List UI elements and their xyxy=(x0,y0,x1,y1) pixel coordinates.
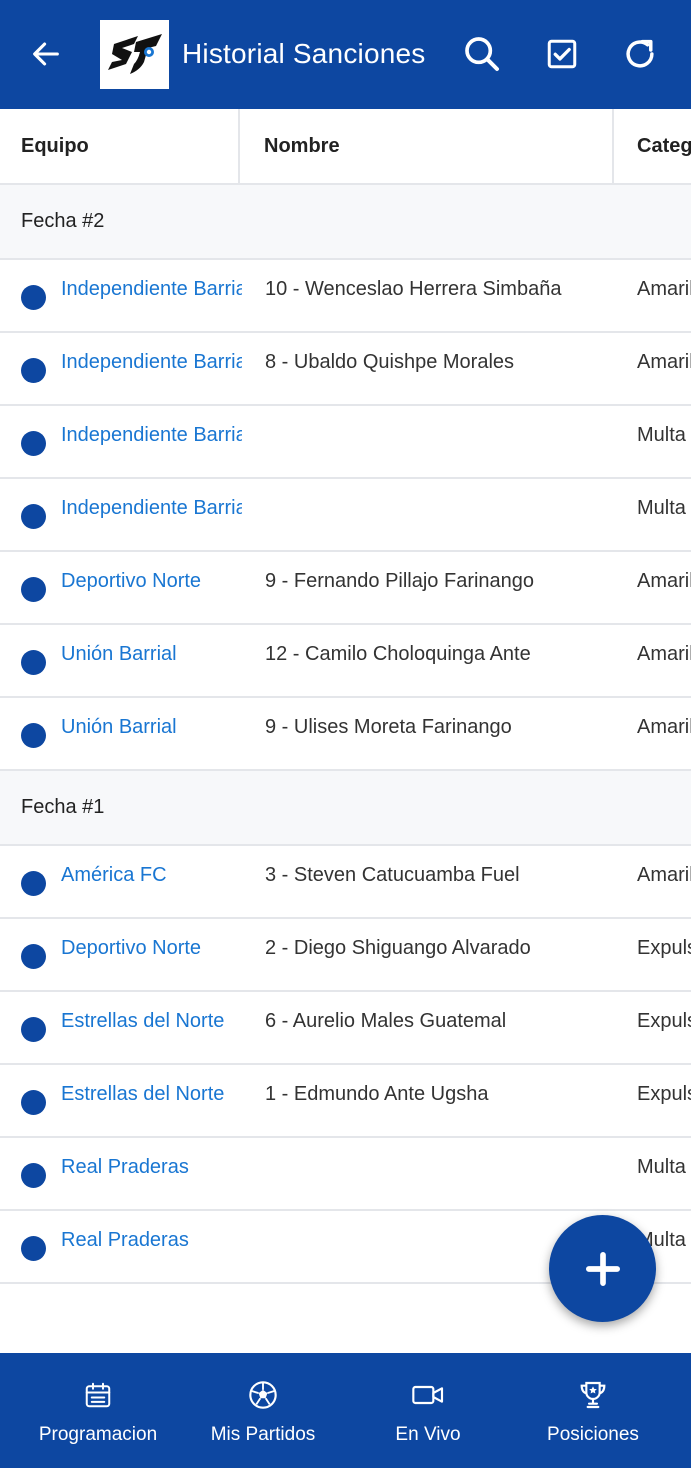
refresh-icon xyxy=(626,39,654,68)
back-button[interactable] xyxy=(26,34,66,74)
player-name: 10 - Wenceslao Herrera Simbaña xyxy=(265,278,562,300)
player-name: 9 - Ulises Moreta Farinango xyxy=(265,716,512,738)
table-row[interactable]: Independiente Barrial 8 - Ubaldo Quishpe… xyxy=(0,333,691,406)
player-name: 6 - Aurelio Males Guatemal xyxy=(265,1010,507,1032)
nav-label: Posiciones xyxy=(547,1424,639,1445)
refresh-button[interactable] xyxy=(619,33,661,75)
add-sanction-button[interactable] xyxy=(549,1215,656,1322)
search-icon xyxy=(465,37,499,71)
status-dot xyxy=(21,504,46,529)
status-dot xyxy=(21,577,46,602)
team-link[interactable]: Independiente Barrial xyxy=(61,349,242,375)
sanction-category: Amarilla xyxy=(637,643,691,665)
status-dot xyxy=(21,944,46,969)
team-link[interactable]: Unión Barrial xyxy=(61,641,242,667)
team-link[interactable]: Real Praderas xyxy=(61,1154,242,1180)
sanction-category: Multa xyxy=(637,1156,686,1178)
table-row[interactable]: Unión Barrial 9 - Ulises Moreta Farinang… xyxy=(0,698,691,771)
table-row[interactable]: Unión Barrial 12 - Camilo Choloquinga An… xyxy=(0,625,691,698)
sanction-category: Expulsión xyxy=(637,937,691,959)
group-header: Fecha #1 xyxy=(0,771,691,846)
search-button[interactable] xyxy=(461,33,503,75)
sanction-category: Multa xyxy=(637,497,686,519)
table-row[interactable]: Deportivo Norte 9 - Fernando Pillajo Far… xyxy=(0,552,691,625)
select-all-button[interactable] xyxy=(541,33,583,75)
team-link[interactable]: Deportivo Norte xyxy=(61,568,242,594)
player-name: 12 - Camilo Choloquinga Ante xyxy=(265,643,531,665)
table-row[interactable]: Estrellas del Norte 6 - Aurelio Males Gu… xyxy=(0,992,691,1065)
nav-label: Programacion xyxy=(38,1424,158,1445)
calendar-icon xyxy=(85,1382,111,1408)
sanction-category: Expulsión xyxy=(637,1010,691,1032)
checkbox-icon xyxy=(547,39,577,69)
column-header-nombre[interactable]: Nombre xyxy=(240,109,614,183)
table-row[interactable]: Estrellas del Norte 1 - Edmundo Ante Ugs… xyxy=(0,1065,691,1138)
table-row[interactable]: Deportivo Norte 2 - Diego Shiguango Alva… xyxy=(0,919,691,992)
status-dot xyxy=(21,650,46,675)
table-header: Equipo Nombre Categ xyxy=(0,109,691,185)
nav-posiciones[interactable]: Posiciones xyxy=(507,1353,679,1468)
league-logo xyxy=(100,20,169,89)
sanction-category: Amarilla xyxy=(637,864,691,886)
team-link[interactable]: América FC xyxy=(61,862,242,888)
status-dot xyxy=(21,723,46,748)
team-link[interactable]: Independiente Barrial xyxy=(61,495,242,521)
status-dot xyxy=(21,358,46,383)
arrow-left-icon xyxy=(33,42,59,66)
status-dot xyxy=(21,285,46,310)
nav-programacion[interactable]: Programacion xyxy=(12,1353,184,1468)
nav-en-vivo[interactable]: En Vivo xyxy=(342,1353,514,1468)
plus-icon xyxy=(585,1251,620,1286)
page-title: Historial Sanciones xyxy=(182,38,426,69)
table-row[interactable]: América FC 3 - Steven Catucuamba Fuel Am… xyxy=(0,846,691,919)
trophy-icon xyxy=(580,1381,606,1409)
column-header-equipo[interactable]: Equipo xyxy=(0,109,240,183)
player-name: 8 - Ubaldo Quishpe Morales xyxy=(265,351,515,373)
column-header-categoria[interactable]: Categ xyxy=(614,109,691,183)
nav-label: Mis Partidos xyxy=(210,1424,316,1445)
team-link[interactable]: Estrellas del Norte xyxy=(61,1081,242,1107)
team-link[interactable]: Independiente Barrial xyxy=(61,422,242,448)
sanctions-list: Fecha #2 Independiente Barrial 10 - Wenc… xyxy=(0,185,691,1284)
nav-label: En Vivo xyxy=(395,1424,461,1445)
player-name: 1 - Edmundo Ante Ugsha xyxy=(265,1083,489,1105)
team-link[interactable]: Independiente Barrial xyxy=(61,276,242,302)
sanction-category: Amarilla xyxy=(637,716,691,738)
team-link[interactable]: Deportivo Norte xyxy=(61,935,242,961)
app-bar: Historial Sanciones xyxy=(0,0,691,109)
sanction-category: Amarilla xyxy=(637,351,691,373)
group-header: Fecha #2 xyxy=(0,185,691,260)
status-dot xyxy=(21,1090,46,1115)
sanction-category: Multa xyxy=(637,424,686,446)
sanction-category: Amarilla xyxy=(637,278,691,300)
sanction-category: Expulsión xyxy=(637,1083,691,1105)
player-name: 2 - Diego Shiguango Alvarado xyxy=(265,937,531,959)
table-row[interactable]: Real Praderas Multa xyxy=(0,1138,691,1211)
status-dot xyxy=(21,1163,46,1188)
table-row[interactable]: Independiente Barrial Multa xyxy=(0,406,691,479)
status-dot xyxy=(21,1236,46,1261)
team-link[interactable]: Estrellas del Norte xyxy=(61,1008,242,1034)
video-camera-icon xyxy=(412,1385,444,1405)
sanction-category: Amarilla xyxy=(637,570,691,592)
player-name: 9 - Fernando Pillajo Farinango xyxy=(265,570,535,592)
table-row[interactable]: Independiente Barrial 10 - Wenceslao Her… xyxy=(0,260,691,333)
team-link[interactable]: Unión Barrial xyxy=(61,714,242,740)
status-dot xyxy=(21,871,46,896)
team-link[interactable]: Real Praderas xyxy=(61,1227,242,1253)
soccer-ball-icon xyxy=(249,1381,277,1409)
status-dot xyxy=(21,431,46,456)
nav-mis-partidos[interactable]: Mis Partidos xyxy=(177,1353,349,1468)
status-dot xyxy=(21,1017,46,1042)
bottom-navigation: Programacion Mis Partidos En Vivo Posici… xyxy=(0,1353,691,1468)
player-name: 3 - Steven Catucuamba Fuel xyxy=(265,864,520,886)
table-row[interactable]: Independiente Barrial Multa xyxy=(0,479,691,552)
